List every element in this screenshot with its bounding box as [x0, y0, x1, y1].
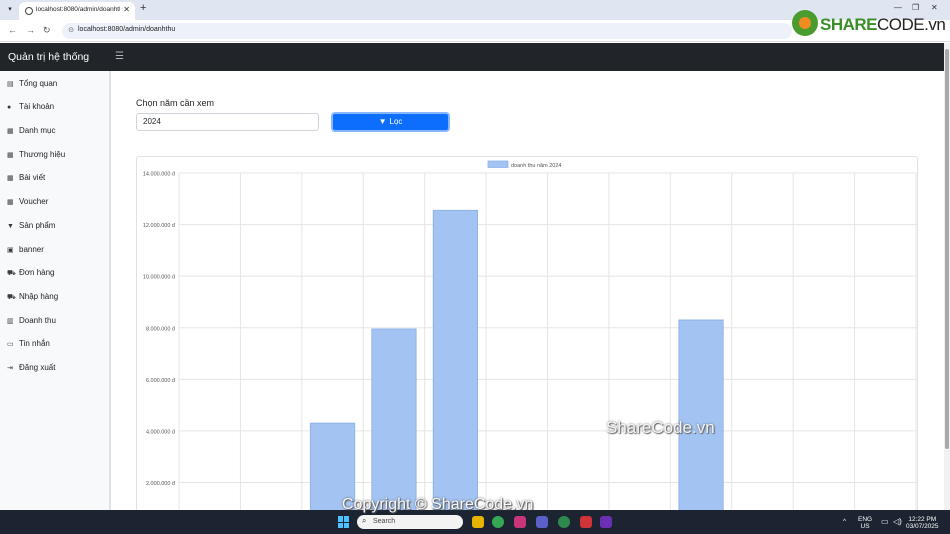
sidebar-item-nhap-hang[interactable]: ⛟ Nhập hàng — [7, 292, 58, 302]
globe-icon — [25, 7, 33, 15]
logout-icon: ⇥ — [7, 365, 13, 372]
revenue-bar — [432, 209, 478, 515]
message-icon: ▭ — [7, 341, 14, 348]
table-icon: ▦ — [7, 199, 14, 206]
sidebar-item-bai-viet[interactable]: ▦ Bài viết — [7, 173, 45, 182]
sidebar-item-danh-muc[interactable]: ▦ Danh mục — [7, 126, 55, 135]
cart-icon: ⛟ — [7, 294, 16, 301]
tray-overflow-icon[interactable]: ^ — [843, 518, 846, 525]
watermark-copyright: Copyright © ShareCode.vn — [342, 496, 534, 513]
site-info-icon[interactable]: ⊙ — [66, 26, 76, 36]
app-icon[interactable] — [514, 516, 526, 528]
y-tick-label: 2.000.000 đ — [146, 481, 176, 487]
app-icon[interactable] — [558, 516, 570, 528]
cart-icon: ⛟ — [7, 270, 16, 277]
sidebar-item-dang-xuat[interactable]: ⇥ Đăng xuất — [7, 363, 55, 372]
network-icon[interactable]: ▭ — [881, 518, 889, 526]
filter-icon: ▼ — [378, 117, 387, 126]
revenue-chart: 2.000.000 đ 4.000.000 đ 6.000.000 đ 8.000.0… — [136, 156, 918, 516]
sidebar: ▤ Tổng quan ● Tài khoản ▦ Danh mục ▦ Thương … — [0, 71, 111, 510]
year-label: Chọn năm cần xem — [136, 98, 215, 108]
brand-code: CODE.vn — [877, 15, 946, 34]
sidebar-item-tai-khoan[interactable]: ● Tài khoản — [7, 102, 54, 111]
database-icon: ▤ — [7, 81, 14, 88]
taskbar-search[interactable]: ⌕ Search — [357, 515, 463, 529]
sidebar-item-san-pham[interactable]: ▼ Sản phẩm — [7, 221, 55, 230]
teams-icon[interactable] — [536, 516, 548, 528]
chrome-icon[interactable] — [492, 516, 504, 528]
ide-icon[interactable] — [600, 516, 612, 528]
new-tab-icon[interactable]: + — [140, 2, 146, 14]
y-tick-label: 8.000.000 đ — [146, 326, 176, 332]
chart-icon: ▥ — [7, 318, 14, 325]
revenue-chart-svg: 2.000.000 đ 4.000.000 đ 6.000.000 đ 8.000.0… — [143, 160, 917, 515]
menu-toggle-icon[interactable]: ☰ — [115, 51, 124, 62]
close-window-icon[interactable]: ✕ — [931, 3, 938, 12]
app-icon[interactable] — [580, 516, 592, 528]
table-icon: ▦ — [7, 152, 14, 159]
url-field[interactable]: ⊙ localhost:8080/admin/doanhthu — [62, 23, 792, 39]
volume-icon[interactable]: ◁) — [893, 518, 902, 526]
tab-list-icon[interactable]: ▾ — [4, 4, 16, 16]
shirt-icon: ▼ — [7, 223, 14, 230]
restore-icon[interactable]: ❐ — [912, 3, 919, 12]
table-icon: ▦ — [7, 128, 14, 135]
close-tab-icon[interactable]: ✕ — [123, 5, 130, 14]
app-title[interactable]: Quản trị hệ thống — [8, 51, 89, 63]
sidebar-item-tin-nhan[interactable]: ▭ Tin nhắn — [7, 339, 50, 348]
sharecode-logo-icon — [792, 10, 818, 36]
windows-start-icon[interactable] — [338, 516, 350, 528]
y-tick-label: 6.000.000 đ — [146, 378, 176, 384]
watermark-center: ShareCode.vn — [606, 418, 715, 437]
browser-tab[interactable]: localhost:8080/admin/doanhthu ✕ — [19, 2, 135, 20]
taskbar-search-placeholder: Search — [373, 518, 396, 525]
filter-button[interactable]: ▼ Lọc — [331, 112, 450, 132]
revenue-bar — [371, 328, 417, 515]
sidebar-item-tong-quan[interactable]: ▤ Tổng quan — [7, 79, 57, 88]
sidebar-item-thuong-hieu[interactable]: ▦ Thương hiệu — [7, 150, 65, 159]
clock[interactable]: 12:22 PM 03/07/2025 — [906, 516, 939, 530]
language-indicator[interactable]: ENG US — [858, 516, 872, 530]
url-text: localhost:8080/admin/doanhthu — [78, 26, 176, 33]
sidebar-item-banner[interactable]: ▣ banner — [7, 245, 44, 254]
search-icon: ⌕ — [362, 516, 367, 525]
legend-swatch — [487, 160, 509, 168]
legend-label: doanh thu năm 2024 — [511, 163, 561, 169]
brand-share: SHARE — [820, 15, 878, 34]
scrollbar-thumb[interactable] — [945, 49, 949, 449]
user-icon: ● — [7, 104, 12, 111]
main-content: Chọn năm cần xem 2024 ▼ Lọc 2.000.000 đ 4.… — [113, 71, 944, 516]
sidebar-item-voucher[interactable]: ▦ Voucher — [7, 197, 48, 206]
forward-icon[interactable]: → — [26, 25, 35, 35]
y-tick-label: 12.000.000 đ — [143, 223, 176, 229]
year-input[interactable]: 2024 — [136, 113, 319, 131]
image-icon: ▣ — [7, 247, 14, 254]
file-explorer-icon[interactable] — [472, 516, 484, 528]
back-icon[interactable]: ← — [8, 25, 17, 35]
table-icon: ▦ — [7, 175, 14, 182]
tab-title: localhost:8080/admin/doanhthu — [36, 6, 120, 13]
filter-button-label: Lọc — [389, 117, 403, 126]
app-header: Quản trị hệ thống ☰ — [0, 43, 944, 71]
y-tick-label: 4.000.000 đ — [146, 429, 176, 435]
sidebar-item-doanh-thu[interactable]: ▥ Doanh thu — [7, 316, 56, 325]
y-tick-label: 10.000.000 đ — [143, 275, 176, 281]
page-scrollbar[interactable] — [944, 43, 950, 510]
reload-icon[interactable]: ↻ — [43, 25, 51, 36]
y-tick-label: 14.000.000 đ — [143, 172, 176, 178]
sidebar-item-don-hang[interactable]: ⛟ Đơn hàng — [7, 268, 55, 278]
minimize-icon[interactable]: — — [894, 3, 902, 12]
